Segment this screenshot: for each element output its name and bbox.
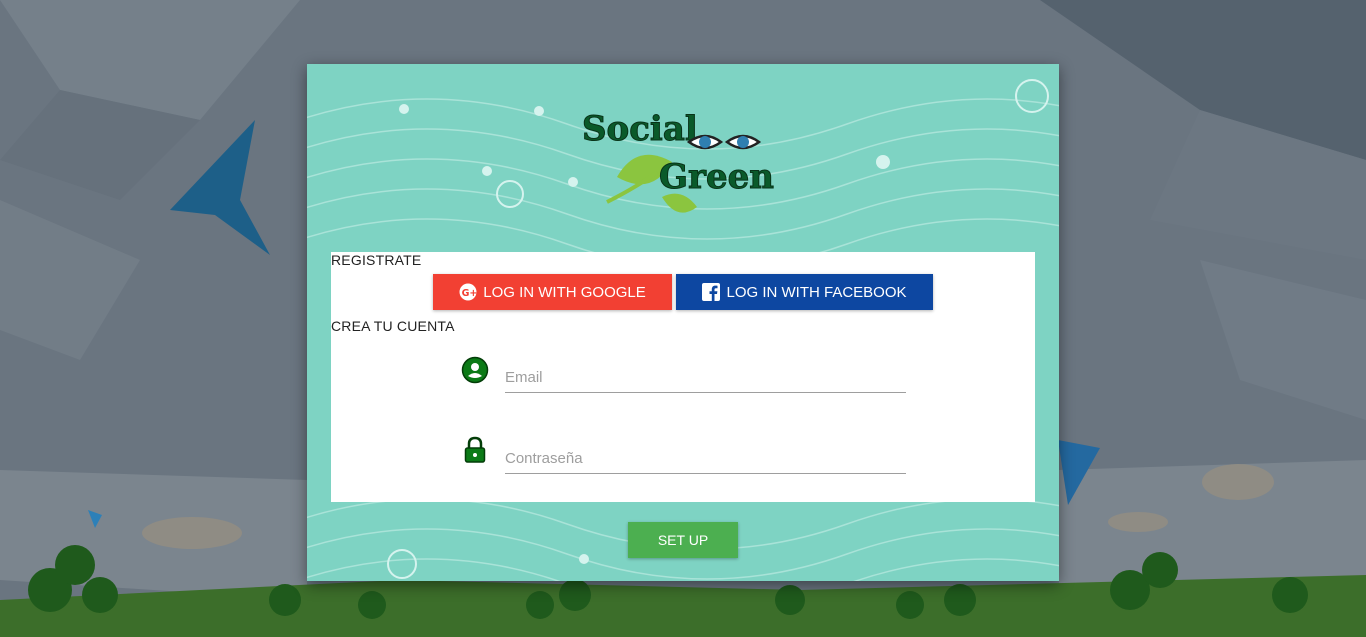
svg-text:Green: Green xyxy=(659,157,774,197)
google-login-button[interactable]: G+ LOG IN WITH GOOGLE xyxy=(433,274,672,310)
google-login-label: LOG IN WITH GOOGLE xyxy=(483,283,646,301)
password-field[interactable] xyxy=(505,443,906,474)
email-field[interactable] xyxy=(505,362,906,393)
signup-modal: Social Green REGISTRATE G+ LOG IN WITH G… xyxy=(307,64,1059,581)
eyes-icon xyxy=(686,134,762,150)
form-panel: REGISTRATE G+ LOG IN WITH GOOGLE LOG IN … xyxy=(331,252,1035,502)
facebook-login-button[interactable]: LOG IN WITH FACEBOOK xyxy=(676,274,933,310)
register-heading: REGISTRATE xyxy=(331,252,422,268)
social-green-logo: Social Green xyxy=(582,109,774,213)
create-account-heading: CREA TU CUENTA xyxy=(331,318,455,334)
lock-icon xyxy=(464,436,486,463)
facebook-icon xyxy=(702,283,721,301)
facebook-login-label: LOG IN WITH FACEBOOK xyxy=(726,283,907,301)
svg-text:G+: G+ xyxy=(462,288,477,299)
google-plus-icon: G+ xyxy=(459,283,477,301)
svg-text:Social: Social xyxy=(582,109,698,149)
account-circle-icon xyxy=(461,356,489,384)
setup-button[interactable]: SET UP xyxy=(628,522,738,558)
